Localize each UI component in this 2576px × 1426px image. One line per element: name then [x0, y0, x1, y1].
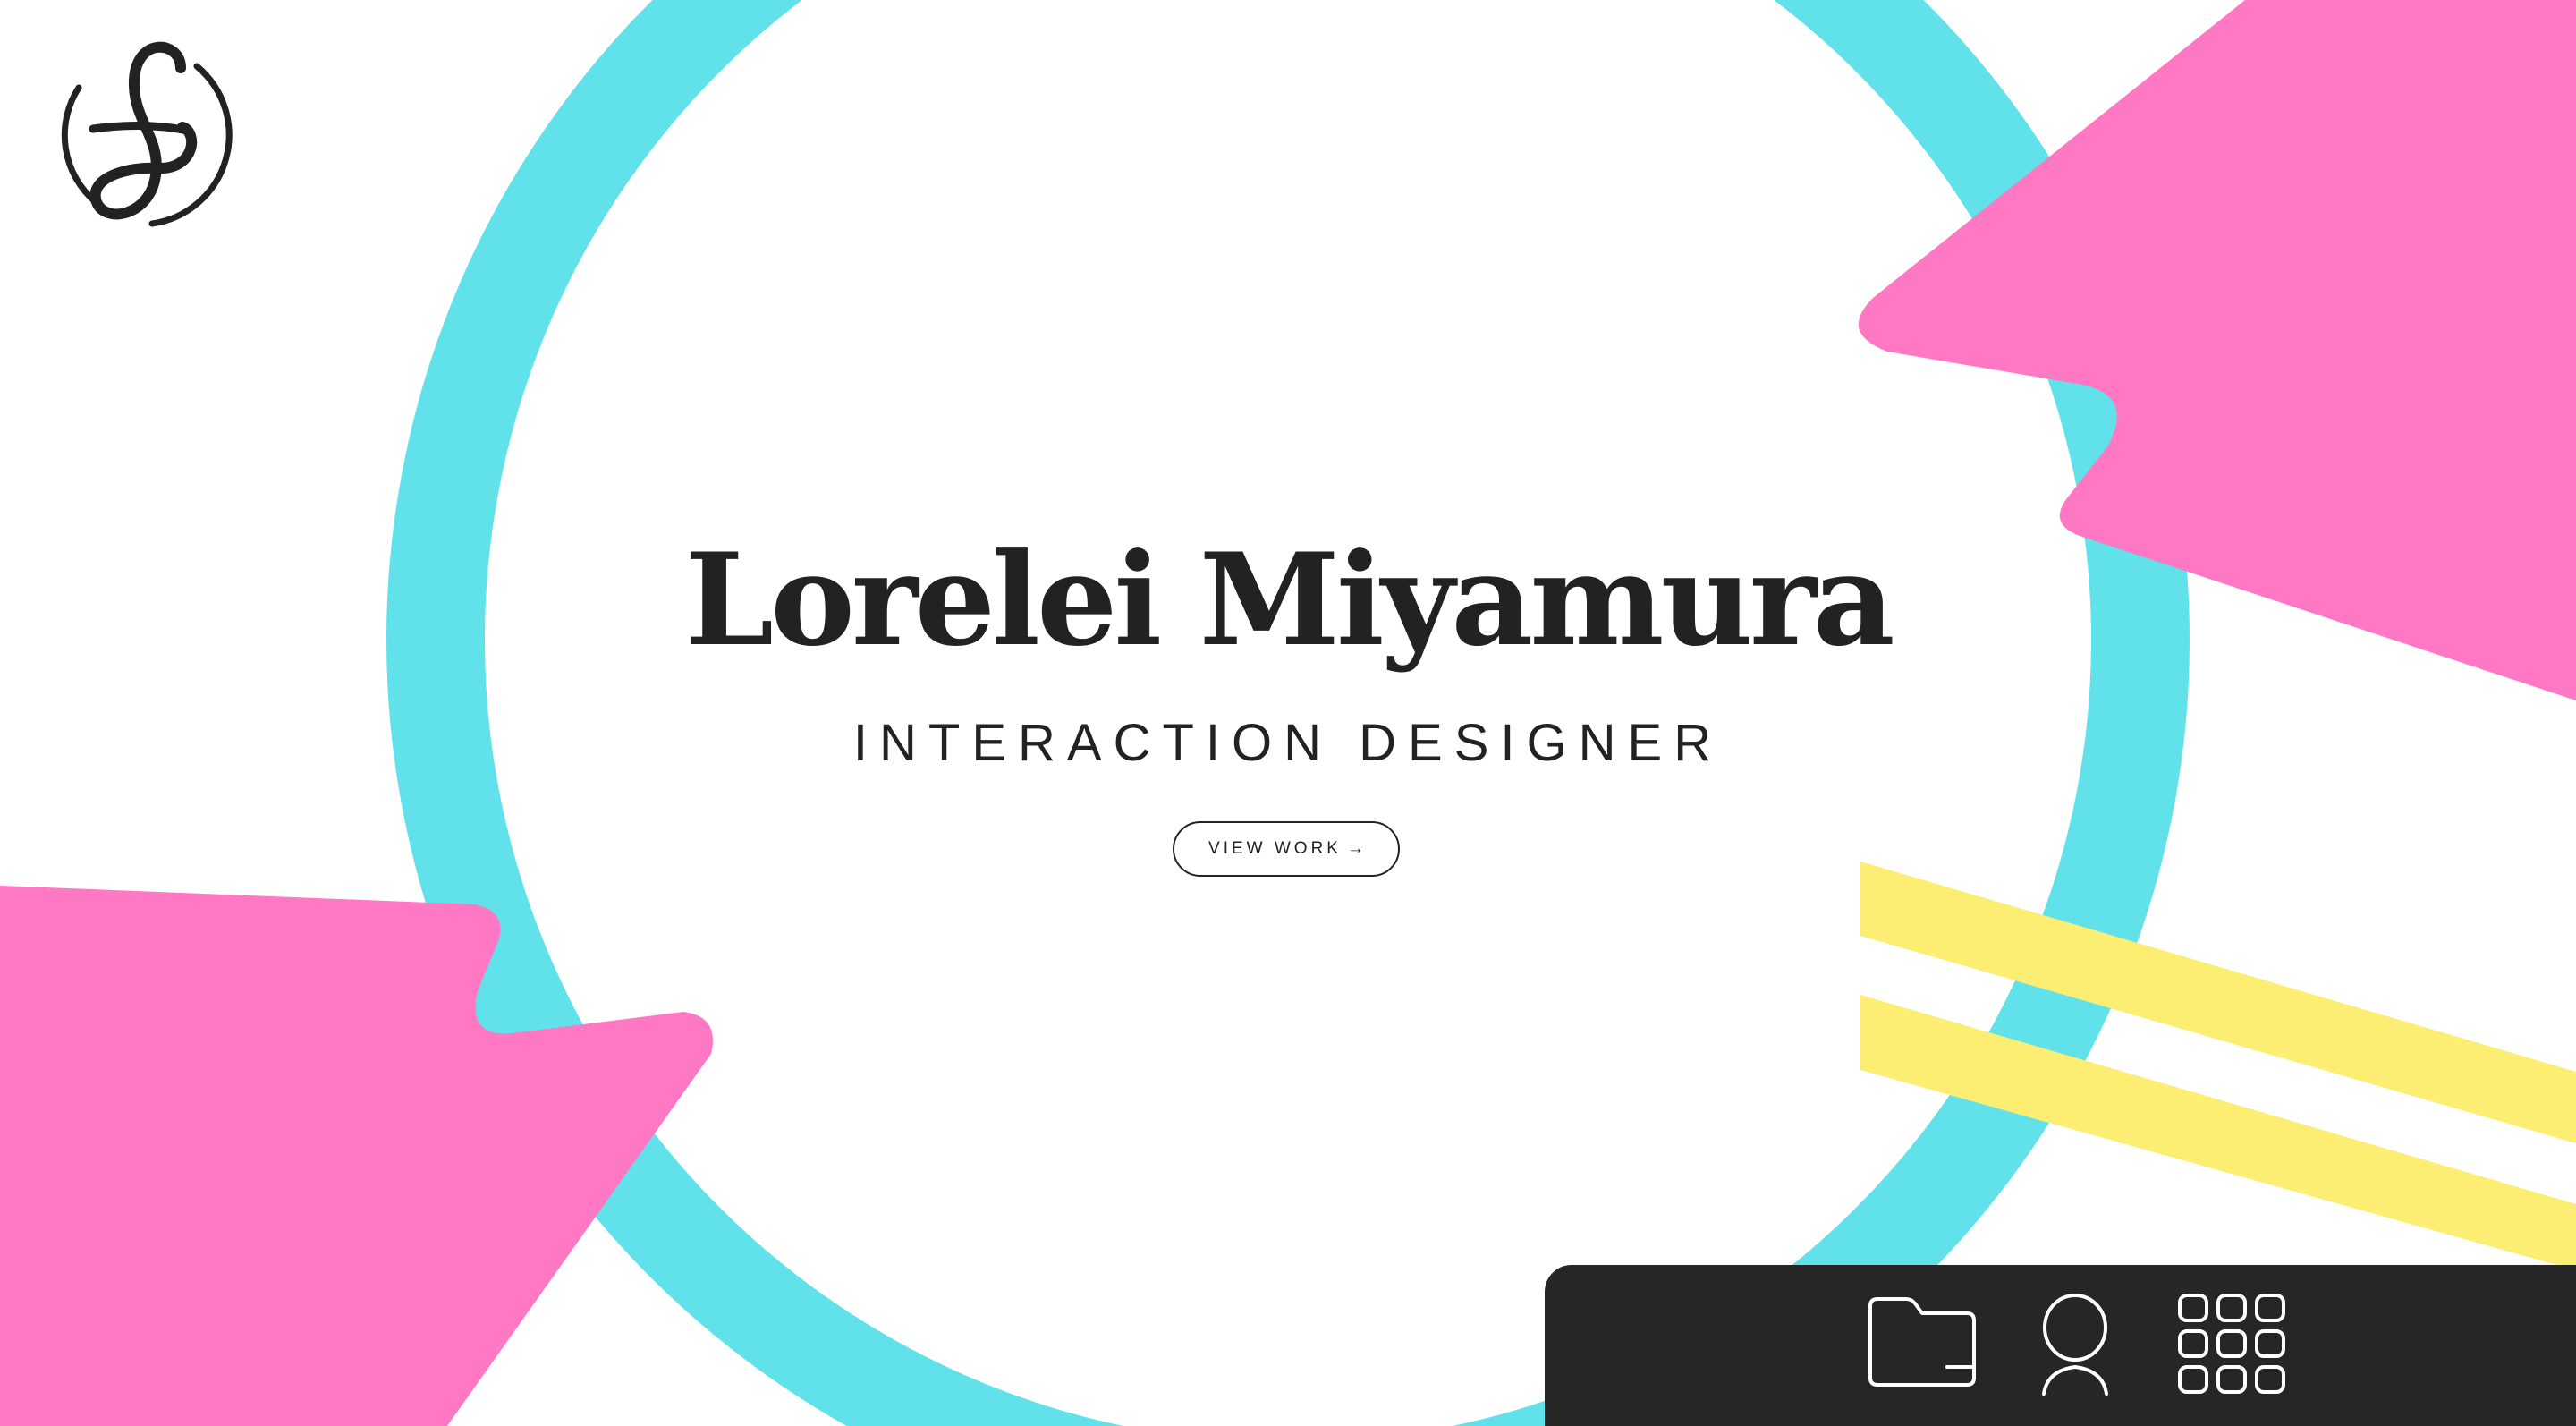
person-icon[interactable]: [2038, 1292, 2112, 1397]
hero-role: INTERACTION DESIGNER: [852, 714, 1724, 772]
pink-shape-bottom-left: [0, 886, 713, 1426]
logo-monogram[interactable]: [47, 32, 238, 249]
bottom-dock: [1545, 1265, 2576, 1426]
view-work-button[interactable]: VIEW WORK →: [1173, 821, 1400, 877]
cyan-ring: [386, 0, 2190, 1426]
background-decor: [0, 0, 2576, 1426]
folder-icon[interactable]: [1865, 1295, 1979, 1388]
logo-icon: [61, 41, 233, 227]
landing-page: Lorelei Miyamura INTERACTION DESIGNER VI…: [0, 0, 2576, 1426]
hero-name: Lorelei Miyamura: [684, 526, 1894, 675]
view-work-label: VIEW WORK: [1208, 839, 1342, 858]
app-grid-icon[interactable]: [2176, 1292, 2287, 1396]
arrow-right-icon: →: [1346, 839, 1364, 858]
